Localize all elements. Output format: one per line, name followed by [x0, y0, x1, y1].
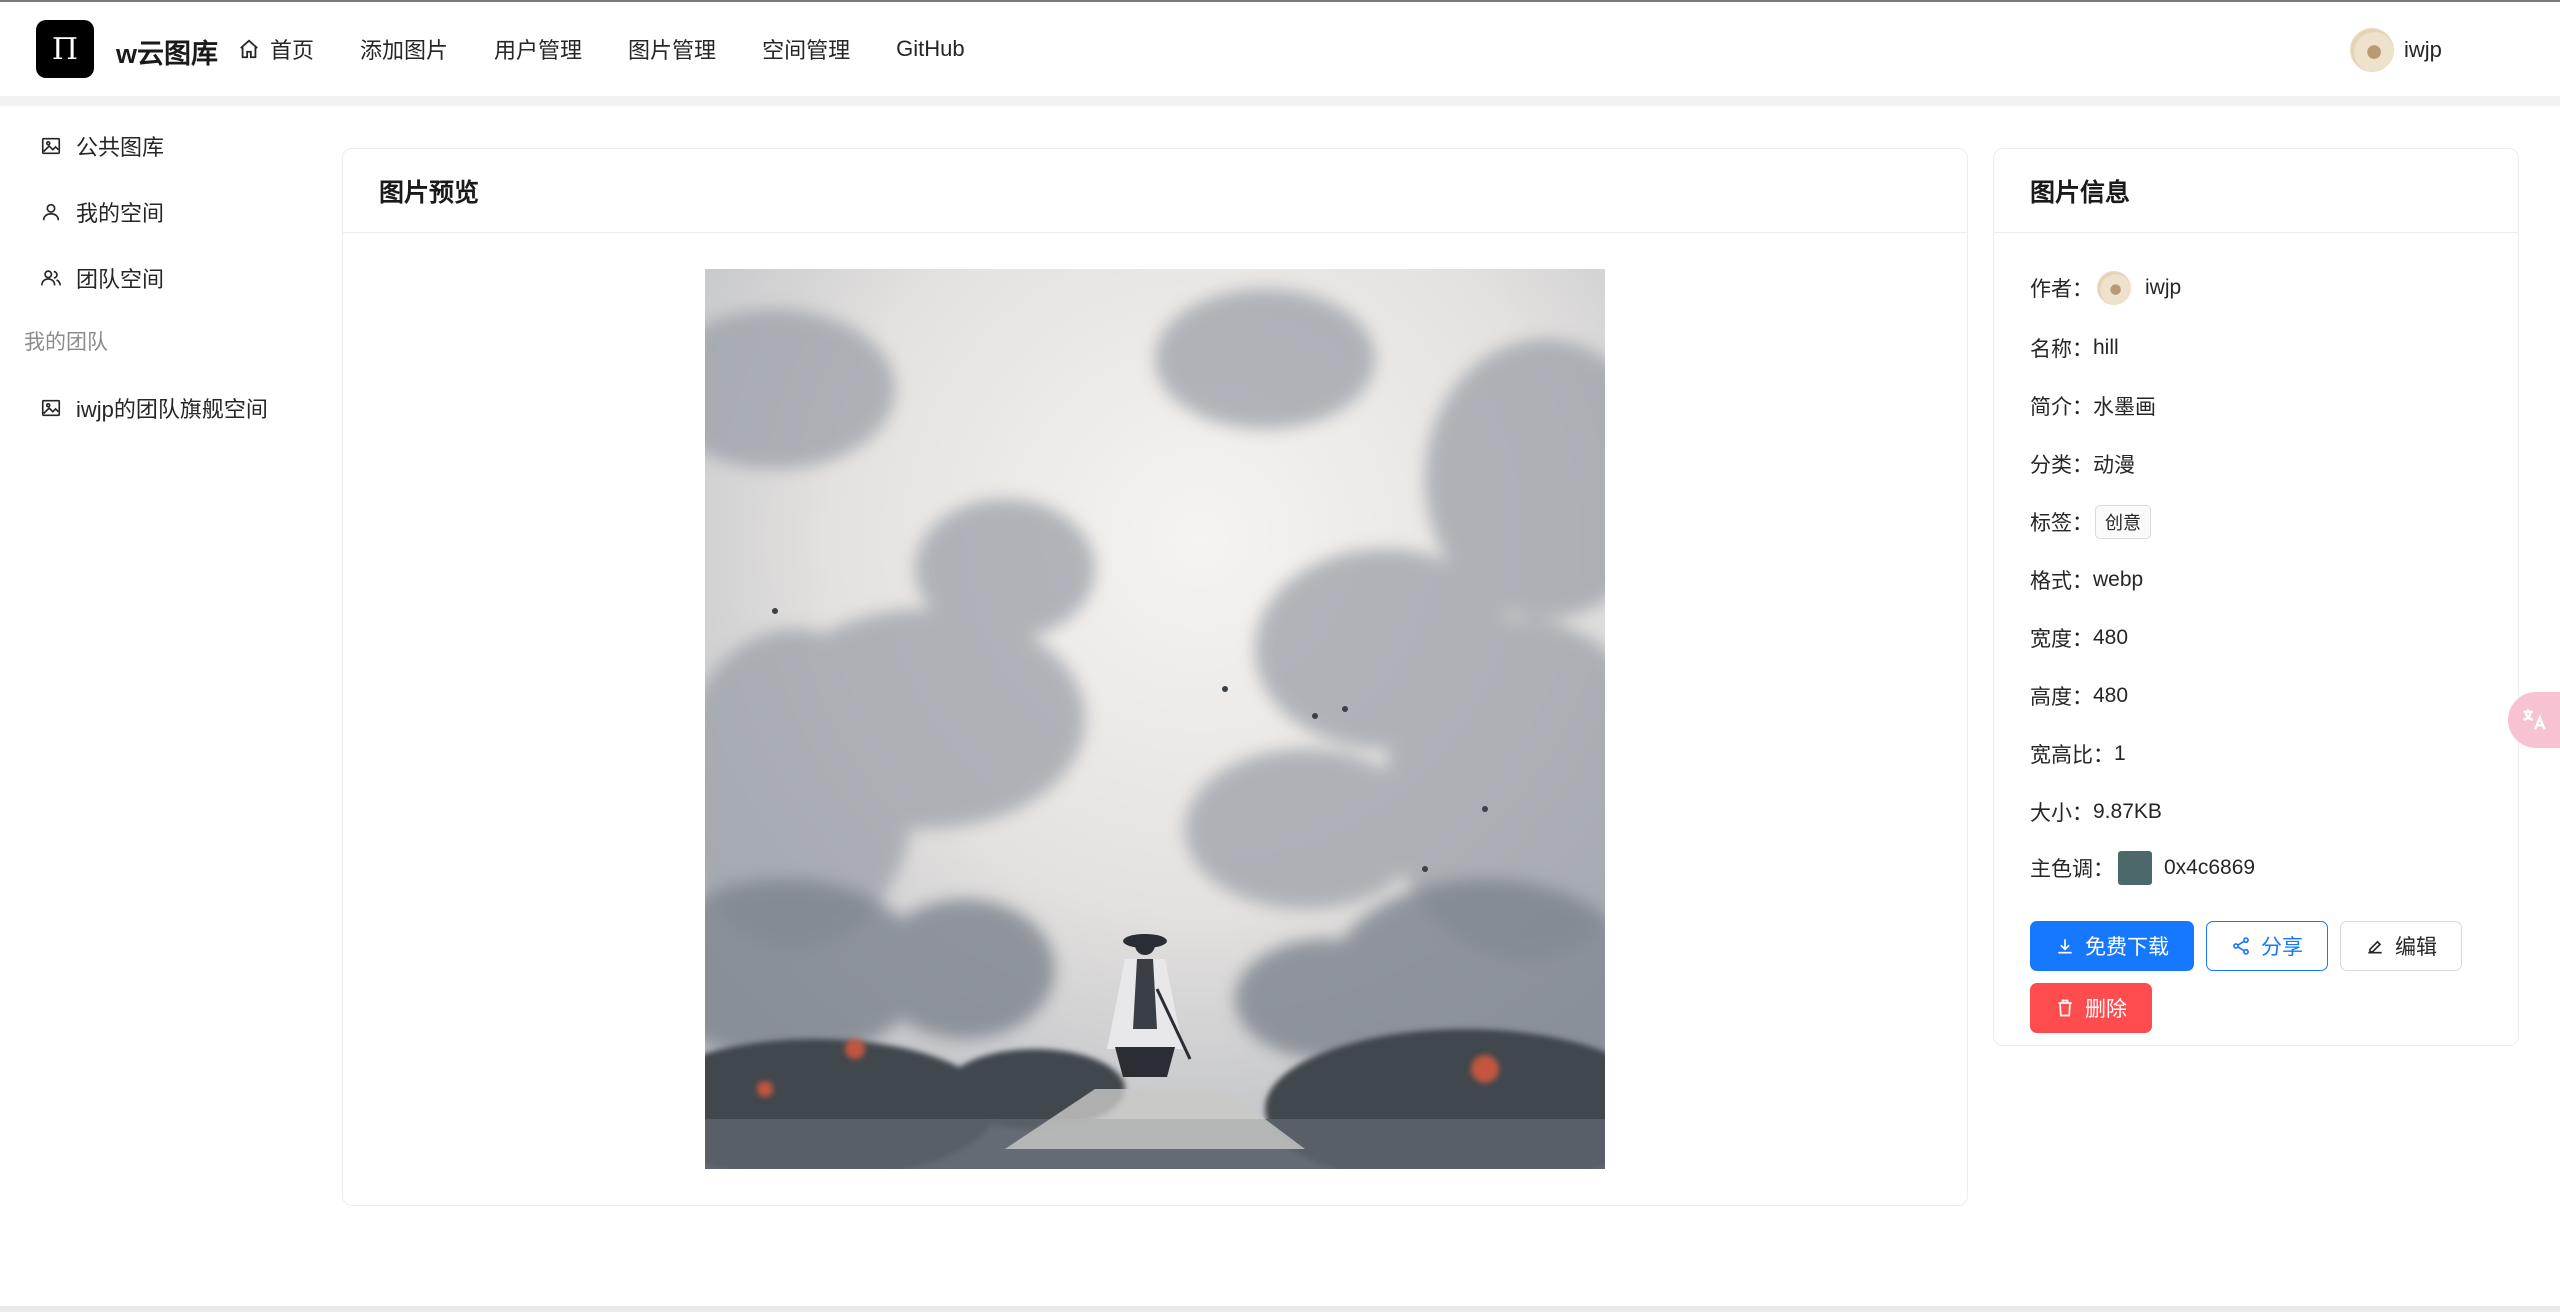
- info-width-row: 宽度： 480: [2030, 623, 2128, 653]
- home-icon: [240, 39, 258, 59]
- edit-button[interactable]: 编辑: [2340, 921, 2462, 971]
- name-value: hill: [2093, 336, 2119, 359]
- sidebar-item-label: 我的空间: [76, 201, 165, 226]
- info-author-row: 作者： iwjp: [2030, 271, 2181, 305]
- color-label: 主色调：: [2030, 858, 2114, 881]
- width-label: 宽度：: [2030, 628, 2093, 651]
- ink-painting: [705, 269, 1605, 1169]
- card-title: 图片预览: [343, 149, 1967, 233]
- info-ratio-row: 宽高比： 1: [2030, 739, 2126, 769]
- download-icon: [2058, 939, 2072, 954]
- sidebar-item-my-space[interactable]: 我的空间: [40, 196, 164, 228]
- preview-image[interactable]: [705, 269, 1605, 1169]
- card-title: 图片信息: [1994, 149, 2518, 233]
- nav-home[interactable]: 首页: [238, 33, 314, 65]
- height-label: 高度：: [2030, 686, 2093, 709]
- info-color-row: 主色调： 0x4c6869: [2030, 851, 2255, 885]
- sidebar-item-label: 团队空间: [76, 267, 165, 292]
- top-header: Π w云图库 首页 添加图片 用户管理 图片管理 空间管理 GitHub iwj…: [0, 2, 2560, 96]
- height-value: 480: [2093, 684, 2129, 707]
- info-intro-row: 简介： 水墨画: [2030, 391, 2156, 421]
- nav-github[interactable]: GitHub: [896, 36, 964, 62]
- nav-github-label: GitHub: [896, 36, 965, 61]
- user-name: iwjp: [2404, 37, 2442, 62]
- user-icon: [42, 203, 60, 221]
- color-swatch: [2118, 851, 2152, 885]
- nav-add-picture-label: 添加图片: [360, 38, 449, 63]
- sidebar-item-team-space[interactable]: 团队空间: [40, 262, 164, 294]
- share-label: 分享: [2261, 936, 2303, 959]
- info-format-row: 格式： webp: [2030, 565, 2143, 595]
- picture-info-card: 图片信息 作者： iwjp 名称： hill 简介： 水墨画 分类： 动漫 标签…: [1993, 148, 2519, 1046]
- avatar: [2350, 28, 2394, 72]
- tag-chip[interactable]: 创意: [2095, 505, 2151, 539]
- edit-icon: [2368, 940, 2382, 954]
- color-value: 0x4c6869: [2164, 856, 2256, 879]
- picture-icon: [41, 399, 61, 417]
- nav-user-manage-label: 用户管理: [494, 38, 583, 63]
- author-label: 作者：: [2030, 278, 2093, 301]
- delete-label: 删除: [2085, 998, 2127, 1021]
- name-label: 名称：: [2030, 338, 2093, 361]
- sidebar-item-public-gallery[interactable]: 公共图库: [40, 130, 164, 162]
- width-value: 480: [2093, 626, 2129, 649]
- delete-button[interactable]: 删除: [2030, 983, 2152, 1033]
- category-value: 动漫: [2093, 454, 2135, 477]
- picture-preview-card: 图片预览: [342, 148, 1968, 1206]
- format-label: 格式：: [2030, 570, 2093, 593]
- info-name-row: 名称： hill: [2030, 333, 2119, 363]
- nav-picture-manage-label: 图片管理: [628, 38, 717, 63]
- translate-float-button[interactable]: [2508, 692, 2560, 748]
- intro-label: 简介：: [2030, 396, 2093, 419]
- bottom-divider: [0, 1306, 2560, 1312]
- download-button[interactable]: 免费下载: [2030, 921, 2194, 971]
- sidebar: 公共图库 我的空间 团队空间 我的团队 iwjp的团队旗舰空间: [0, 106, 320, 1306]
- top-nav: 首页 添加图片 用户管理 图片管理 空间管理 GitHub: [238, 2, 1011, 96]
- size-label: 大小：: [2030, 802, 2093, 825]
- picture-icon: [41, 137, 61, 155]
- sidebar-item-label: iwjp的团队旗舰空间: [76, 397, 268, 422]
- author-avatar: [2097, 271, 2131, 305]
- ratio-value: 1: [2114, 742, 2126, 765]
- category-label: 分类：: [2030, 454, 2093, 477]
- size-value: 9.87KB: [2093, 800, 2162, 823]
- tags-label: 标签：: [2030, 512, 2093, 535]
- share-button[interactable]: 分享: [2206, 921, 2328, 971]
- nav-picture-manage[interactable]: 图片管理: [628, 33, 716, 65]
- nav-space-manage-label: 空间管理: [762, 38, 851, 63]
- logo[interactable]: Π: [36, 20, 94, 78]
- user-menu[interactable]: iwjp: [2350, 28, 2442, 72]
- trash-icon: [2058, 999, 2072, 1017]
- share-icon: [2233, 937, 2249, 955]
- sidebar-item-team-flagship[interactable]: iwjp的团队旗舰空间: [40, 392, 268, 424]
- nav-home-label: 首页: [270, 38, 315, 63]
- info-category-row: 分类： 动漫: [2030, 449, 2135, 479]
- format-value: webp: [2093, 568, 2144, 591]
- intro-value: 水墨画: [2093, 396, 2156, 419]
- nav-add-picture[interactable]: 添加图片: [360, 33, 448, 65]
- header-divider: [0, 96, 2560, 106]
- author-value: iwjp: [2145, 276, 2182, 299]
- nav-user-manage[interactable]: 用户管理: [494, 33, 582, 65]
- sidebar-group-my-team: 我的团队: [24, 331, 108, 354]
- download-label: 免费下载: [2085, 936, 2169, 959]
- info-size-row: 大小： 9.87KB: [2030, 797, 2162, 827]
- ratio-label: 宽高比：: [2030, 744, 2114, 767]
- info-tags-row: 标签： 创意: [2030, 505, 2151, 539]
- brand-title[interactable]: w云图库: [116, 32, 218, 71]
- translate-icon: [2523, 709, 2546, 730]
- team-icon: [41, 270, 61, 286]
- edit-label: 编辑: [2395, 936, 2437, 959]
- info-height-row: 高度： 480: [2030, 681, 2128, 711]
- nav-space-manage[interactable]: 空间管理: [762, 33, 850, 65]
- sidebar-item-label: 公共图库: [76, 135, 165, 160]
